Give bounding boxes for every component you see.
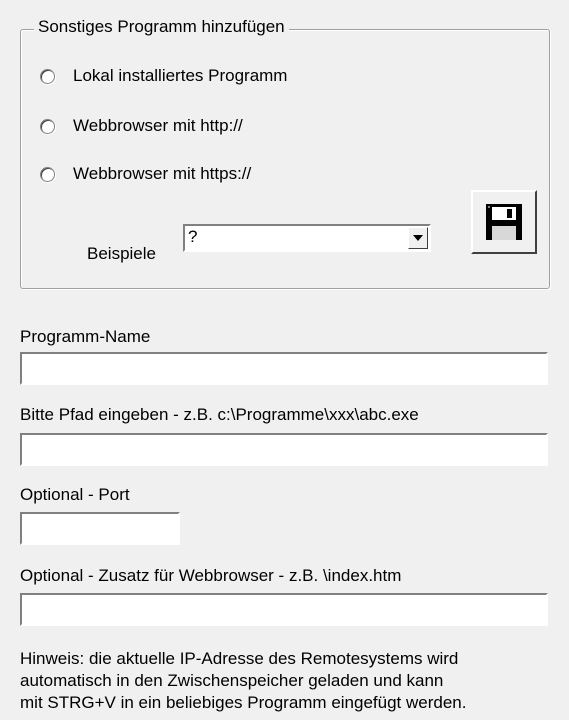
groupbox-title: Sonstiges Programm hinzufügen <box>34 16 289 38</box>
port-label: Optional - Port <box>20 485 130 504</box>
radio-label: Lokal installiertes Programm <box>73 66 288 85</box>
hint-line: mit STRG+V in ein beliebiges Programm ei… <box>20 693 467 712</box>
hint-line: automatisch in den Zwischenspeicher gela… <box>20 671 444 690</box>
path-input[interactable] <box>20 433 548 466</box>
radio-label: Webbrowser mit http:// <box>73 116 243 135</box>
dropdown-button[interactable] <box>408 227 428 249</box>
program-name-label: Programm-Name <box>20 327 151 346</box>
radio-circle-icon[interactable] <box>40 166 55 182</box>
webbrowser-suffix-input[interactable] <box>20 593 548 626</box>
radio-webbrowser-https[interactable]: Webbrowser mit https:// <box>40 163 251 185</box>
radio-label: Webbrowser mit https:// <box>73 164 252 183</box>
examples-label: Beispiele <box>87 244 156 263</box>
radio-webbrowser-http[interactable]: Webbrowser mit http:// <box>40 115 243 137</box>
radio-circle-icon[interactable] <box>40 118 55 134</box>
examples-dropdown[interactable]: ? <box>183 224 431 252</box>
floppy-disk-icon <box>486 204 522 240</box>
radio-local-program[interactable]: Lokal installiertes Programm <box>40 65 287 87</box>
chevron-down-icon <box>413 235 423 241</box>
webbrowser-suffix-label: Optional - Zusatz für Webbrowser - z.B. … <box>20 566 402 585</box>
port-input[interactable] <box>20 512 180 545</box>
radio-circle-icon[interactable] <box>40 68 55 84</box>
examples-selected-value: ? <box>188 227 198 246</box>
hint-text: Hinweis: die aktuelle IP-Adresse des Rem… <box>20 648 568 714</box>
path-label: Bitte Pfad eingeben - z.B. c:\Programme\… <box>20 405 419 424</box>
save-button[interactable] <box>471 190 537 254</box>
program-name-input[interactable] <box>20 352 548 385</box>
hint-line: Hinweis: die aktuelle IP-Adresse des Rem… <box>20 649 459 668</box>
